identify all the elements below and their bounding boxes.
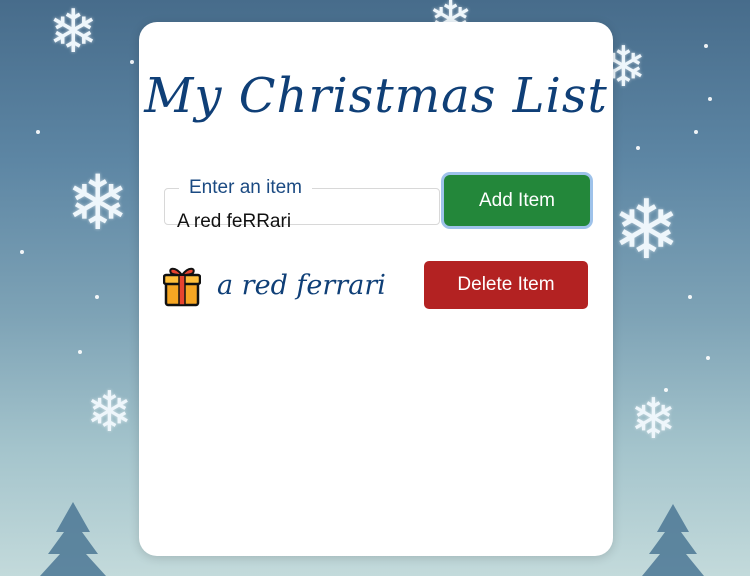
- snow-dot: [706, 356, 710, 360]
- snow-dot: [688, 295, 692, 299]
- snow-dot: [704, 44, 708, 48]
- snow-dot: [130, 60, 134, 64]
- gift-icon: [163, 267, 201, 307]
- snow-dot: [95, 295, 99, 299]
- add-item-button[interactable]: Add Item: [444, 175, 590, 226]
- snow-dot: [694, 130, 698, 134]
- snowflake-icon: ❄: [630, 387, 677, 452]
- snowflake-icon: ❄: [48, 0, 99, 67]
- snow-dot: [636, 146, 640, 150]
- snow-dot: [36, 130, 40, 134]
- snow-dot: [664, 388, 668, 392]
- page-title: My Christmas List: [144, 68, 608, 124]
- item-input-field: Enter an item: [164, 177, 440, 233]
- pine-tree-icon: [40, 502, 106, 576]
- delete-item-button[interactable]: Delete Item: [424, 261, 588, 309]
- snowflake-icon: ❄: [66, 158, 130, 247]
- pine-tree-icon: [642, 504, 704, 576]
- item-input-label: Enter an item: [189, 177, 302, 198]
- snow-dot: [708, 97, 712, 101]
- christmas-list-card: My Christmas List Enter an item Add Item…: [139, 22, 613, 556]
- snow-dot: [78, 350, 82, 354]
- list-item-text: a red ferrari: [217, 270, 386, 301]
- snowflake-icon: ❄: [612, 183, 681, 278]
- snow-dot: [20, 250, 24, 254]
- snowflake-icon: ❄: [86, 380, 133, 445]
- item-input[interactable]: [177, 211, 427, 233]
